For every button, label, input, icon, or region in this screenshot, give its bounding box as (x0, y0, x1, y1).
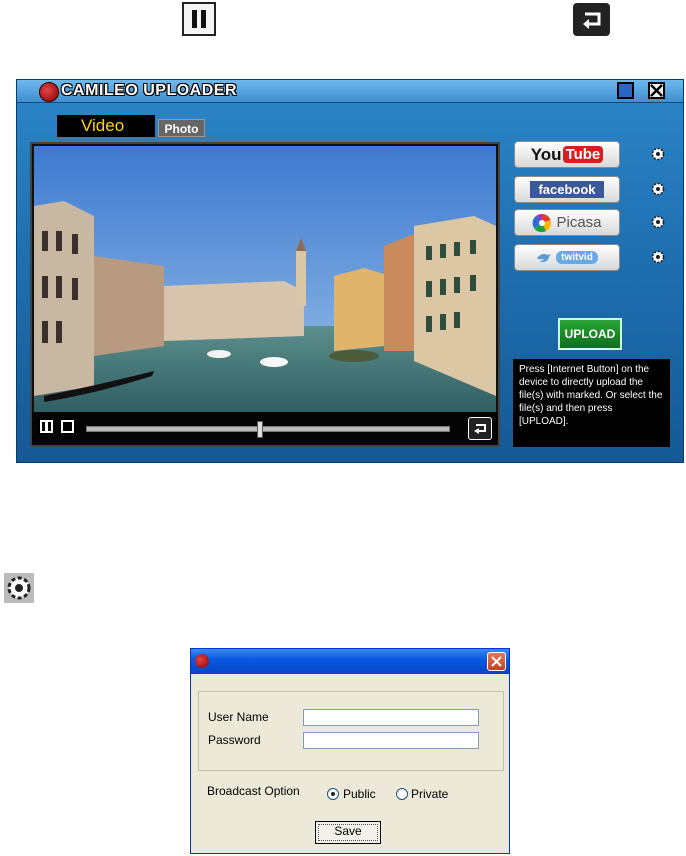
pause-icon[interactable] (182, 2, 216, 36)
login-dialog: User Name Password Broadcast Option Publ… (190, 648, 510, 854)
youtube-settings-gear-icon[interactable] (650, 146, 666, 162)
title-bar: CAMILEO UPLOADER (17, 80, 683, 103)
return-button[interactable] (468, 417, 492, 440)
credentials-group: User Name Password (198, 691, 504, 771)
upload-button[interactable]: UPLOAD (558, 318, 622, 350)
save-button[interactable]: Save (315, 821, 381, 844)
uploader-window: CAMILEO UPLOADER Video Photo You Tube fa… (16, 79, 684, 463)
password-field[interactable] (303, 732, 479, 749)
twitvid-button[interactable]: twitvid (514, 244, 620, 271)
upload-instructions: Press [Internet Button] on the device to… (513, 359, 670, 447)
youtube-logo-tube: Tube (562, 146, 604, 163)
stop-button[interactable] (59, 418, 76, 435)
pause-button[interactable] (38, 418, 55, 435)
return-icon[interactable] (573, 3, 610, 36)
twitvid-logo: twitvid (556, 251, 598, 264)
private-radio-label: Private (411, 787, 449, 801)
youtube-button[interactable]: You Tube (514, 141, 620, 168)
facebook-settings-gear-icon[interactable] (650, 181, 666, 197)
public-radio[interactable] (327, 788, 339, 800)
facebook-logo: facebook (530, 181, 604, 198)
private-radio[interactable] (396, 788, 408, 800)
tab-photo[interactable]: Photo (158, 119, 205, 137)
picasa-logo: Picasa (556, 214, 602, 231)
window-title: CAMILEO UPLOADER (61, 82, 237, 99)
picasa-settings-gear-icon[interactable] (650, 214, 666, 230)
video-preview-image[interactable] (34, 146, 496, 412)
youtube-logo: You (530, 144, 562, 164)
picasa-logo-icon (533, 213, 552, 232)
dialog-title-bar (191, 649, 509, 674)
twitvid-bird-icon (537, 253, 552, 262)
camileo-logo-icon (195, 654, 209, 668)
password-label: Password (208, 733, 261, 747)
playback-controls (32, 412, 498, 445)
tab-video[interactable]: Video (57, 115, 155, 137)
minimize-button[interactable] (617, 82, 634, 99)
seek-thumb[interactable] (257, 421, 264, 438)
camileo-logo-icon (39, 82, 59, 102)
twitvid-settings-gear-icon[interactable] (650, 249, 666, 265)
username-label: User Name (208, 710, 269, 724)
picasa-button[interactable]: Picasa (514, 209, 620, 236)
dialog-close-button[interactable] (487, 652, 506, 671)
video-player (30, 142, 500, 447)
broadcast-option-label: Broadcast Option (207, 784, 300, 798)
gear-icon (4, 573, 34, 603)
public-radio-label: Public (343, 787, 376, 801)
facebook-button[interactable]: facebook (514, 176, 620, 203)
close-button[interactable] (648, 82, 665, 99)
seek-bar[interactable] (86, 421, 450, 438)
username-field[interactable] (303, 709, 479, 726)
